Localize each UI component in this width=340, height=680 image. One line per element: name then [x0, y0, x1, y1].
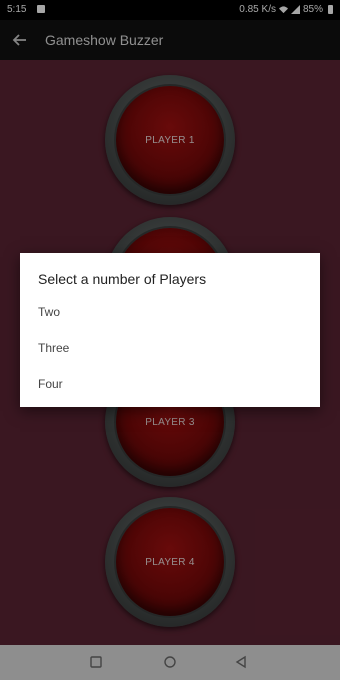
- option-four[interactable]: Four: [38, 371, 308, 397]
- triangle-back-icon[interactable]: [233, 654, 249, 670]
- system-nav-bar: [0, 645, 340, 680]
- dialog-title: Select a number of Players: [38, 271, 207, 287]
- player-count-dialog: Select a number of Players Two Three Fou…: [20, 253, 320, 407]
- option-three[interactable]: Three: [38, 335, 308, 361]
- option-two[interactable]: Two: [38, 299, 308, 325]
- square-icon[interactable]: [88, 654, 104, 670]
- circle-icon[interactable]: [162, 654, 178, 670]
